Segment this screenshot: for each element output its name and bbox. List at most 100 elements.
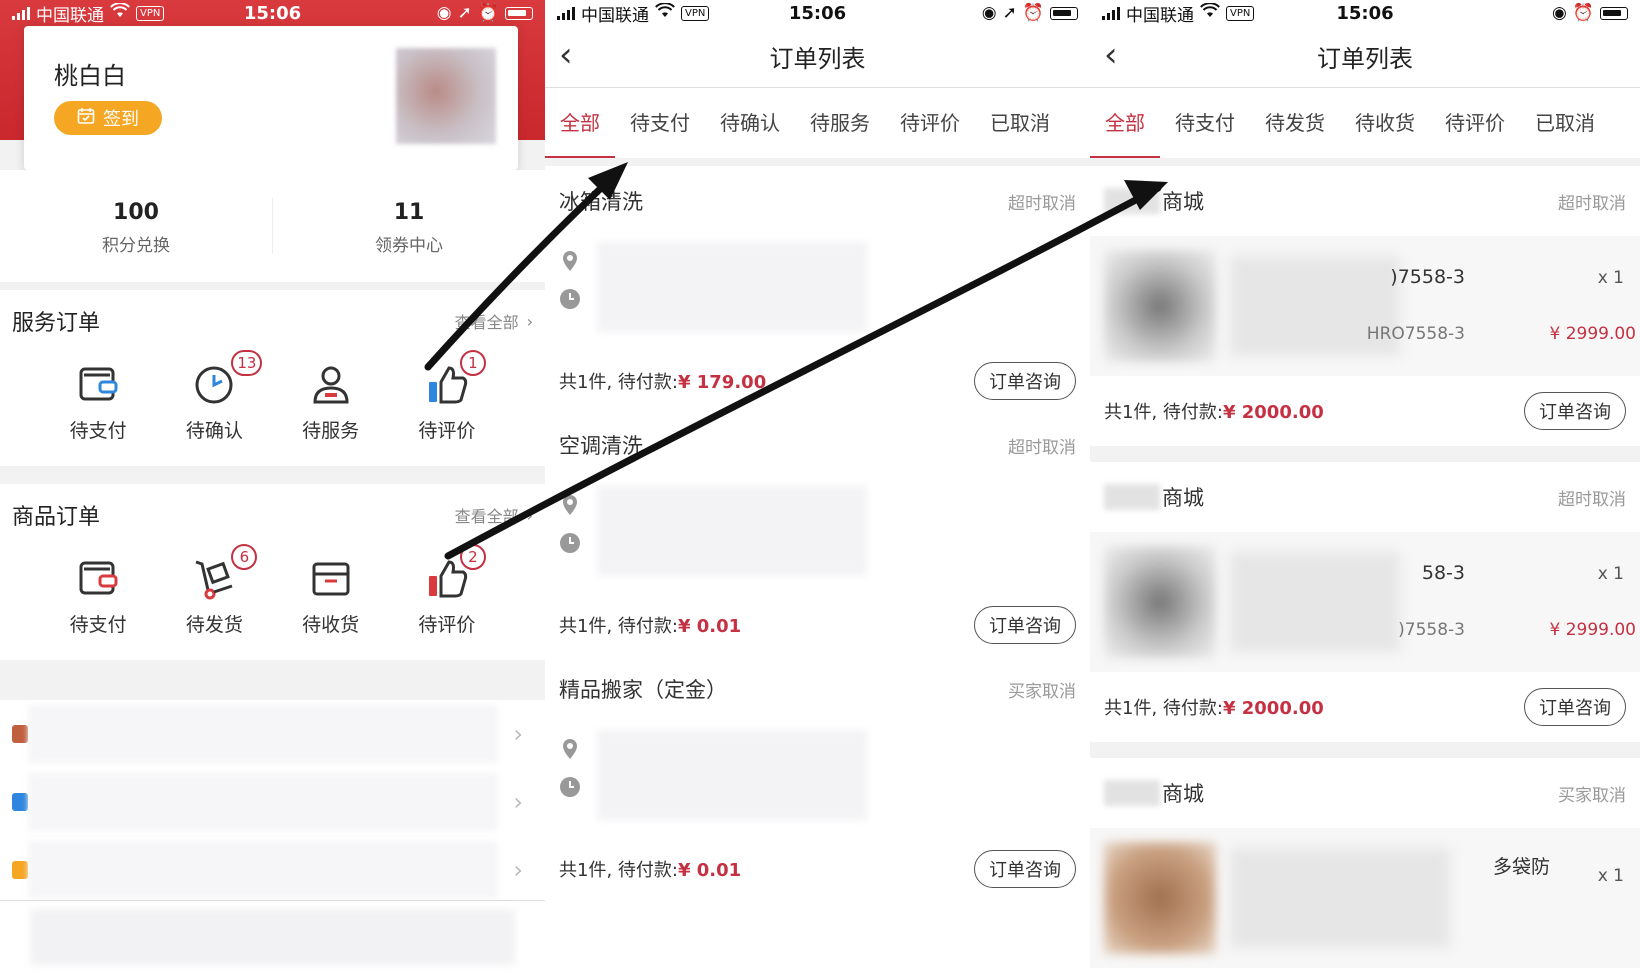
order-card[interactable]: 空调清洗 超时取消 共1件, 待付款:¥ 0.01 订单咨询	[545, 410, 1090, 660]
shop-name: 商城	[1104, 482, 1204, 512]
order-consult-button[interactable]: 订单咨询	[974, 850, 1076, 888]
list-item[interactable]: ›	[0, 768, 545, 836]
list-item[interactable]: ›	[0, 700, 545, 768]
order-card[interactable]: 冰箱清洗 超时取消 共1件, 待付款:¥ 179.00 订单咨询	[545, 166, 1090, 416]
tab-pending-service[interactable]: 待服务	[795, 88, 885, 158]
view-all-service-link[interactable]: 查看全部 ›	[455, 309, 533, 333]
tab-pending-review[interactable]: 待评价	[885, 88, 975, 158]
nav-bar: ‹ 订单列表	[545, 26, 1090, 88]
points-exchange[interactable]: 100 积分兑换	[0, 170, 272, 282]
order-consult-button[interactable]: 订单咨询	[1524, 392, 1626, 430]
item-label: 待评价	[418, 420, 476, 442]
box-icon	[312, 562, 350, 596]
order-name: 精品搬家（定金）	[559, 678, 727, 702]
wallet-icon	[79, 367, 118, 401]
order-card[interactable]: 精品搬家（定金） 买家取消 共1件, 待付款:¥ 0.01 订单咨询	[545, 654, 1090, 904]
signin-button[interactable]: 签到	[54, 101, 162, 135]
total-label: 共1件, 待付款:	[1104, 698, 1223, 719]
badge: 13	[231, 350, 263, 376]
clock-icon	[560, 533, 580, 553]
service-pending-review[interactable]: 1 待评价	[402, 350, 492, 443]
points-value: 100	[113, 200, 159, 225]
tab-all[interactable]: 全部	[1090, 88, 1160, 158]
product-row[interactable]: )7558-3 HRO7558-3 x 1 ¥ 2999.00	[1090, 236, 1640, 376]
location-pin-icon	[563, 495, 577, 515]
location-pin-icon	[563, 739, 577, 759]
product-thumbnail	[1104, 842, 1216, 954]
cart-icon	[195, 560, 233, 600]
product-title: 多袋防	[1492, 856, 1550, 878]
goods-pending-receipt[interactable]: 待收货	[286, 556, 376, 637]
menu-list: › › ›	[0, 700, 545, 900]
order-consult-button[interactable]: 订单咨询	[1524, 688, 1626, 726]
card-icon	[12, 725, 28, 743]
tab-cancelled[interactable]: 已取消	[1520, 88, 1610, 158]
signal-icon	[1102, 6, 1120, 20]
person-icon	[313, 366, 349, 404]
product-qty: x 1	[1597, 268, 1624, 288]
goods-pending-shipment[interactable]: 6 待发货	[169, 544, 259, 637]
tab-pending-shipment[interactable]: 待发货	[1250, 88, 1340, 158]
tab-pending-review[interactable]: 待评价	[1430, 88, 1520, 158]
total-amount: ¥ 0.01	[677, 860, 742, 881]
product-row[interactable]: 58-3 )7558-3 x 1 ¥ 2999.00	[1090, 532, 1640, 672]
alarm-icon: ⏰	[1022, 3, 1044, 23]
tab-pending-payment[interactable]: 待支付	[1160, 88, 1250, 158]
tab-pending-receipt[interactable]: 待收货	[1340, 88, 1430, 158]
back-chevron-icon[interactable]: ‹	[1104, 38, 1118, 72]
wifi-icon	[655, 2, 675, 23]
service-pending-payment[interactable]: 待支付	[53, 362, 143, 443]
order-name: 空调清洗	[559, 434, 643, 458]
total-amount: ¥ 0.01	[677, 616, 742, 637]
tab-all[interactable]: 全部	[545, 88, 615, 158]
status-bar: 中国联通 VPN 15:06 ◉ ⏰	[1090, 0, 1640, 26]
service-pending-service[interactable]: 待服务	[286, 362, 376, 443]
order-status: 超时取消	[1558, 489, 1626, 510]
tab-cancelled[interactable]: 已取消	[975, 88, 1065, 158]
total-amount: ¥ 2000.00	[1222, 698, 1324, 719]
order-status: 买家取消	[1008, 681, 1076, 702]
item-label: 待支付	[69, 420, 127, 442]
shop-name: 商城	[1104, 186, 1204, 216]
item-label: 待确认	[185, 420, 243, 442]
back-chevron-icon[interactable]: ‹	[559, 38, 573, 72]
order-card[interactable]	[545, 898, 1090, 976]
section-title: 商品订单	[12, 505, 101, 530]
product-row[interactable]: 多袋防 x 1	[1090, 828, 1640, 968]
tab-pending-payment[interactable]: 待支付	[615, 88, 705, 158]
alarm-icon: ⏰	[477, 3, 499, 23]
shop-name: 商城	[1104, 778, 1204, 808]
bottom-tab-bar[interactable]	[0, 900, 545, 976]
item-label: 待收货	[302, 614, 360, 636]
order-consult-button[interactable]: 订单咨询	[974, 362, 1076, 400]
total-amount: ¥ 2000.00	[1222, 402, 1324, 423]
order-status: 超时取消	[1008, 193, 1076, 214]
total-amount: ¥ 179.00	[677, 372, 767, 393]
goods-pending-payment[interactable]: 待支付	[53, 556, 143, 637]
coupon-center[interactable]: 11 领券中心	[272, 198, 545, 256]
username: 桃白白	[54, 62, 126, 90]
order-card[interactable]: 商城 买家取消 多袋防 x 1	[1090, 758, 1640, 976]
goods-pending-review[interactable]: 2 待评价	[402, 544, 492, 637]
badge: 6	[231, 544, 258, 570]
order-card[interactable]: 商城 超时取消 58-3 )7558-3 x 1 ¥ 2999.00 共1件, …	[1090, 462, 1640, 742]
points-label: 积分兑换	[102, 236, 170, 256]
location-icon: ➚	[1002, 3, 1017, 23]
tab-pending-confirm[interactable]: 待确认	[705, 88, 795, 158]
item-label: 待评价	[418, 614, 476, 636]
lock-rotation-icon: ◉	[1551, 3, 1567, 23]
order-consult-button[interactable]: 订单咨询	[974, 606, 1076, 644]
service-orders-section: 服务订单 查看全部 › 待支付 13 待确认 待服务 1 待评价	[0, 290, 545, 466]
total-label: 共1件, 待付款:	[559, 372, 678, 393]
order-tabs: 全部 待支付 待发货 待收货 待评价 已取消	[1090, 88, 1640, 158]
service-pending-confirm[interactable]: 13 待确认	[169, 350, 263, 443]
signal-icon	[557, 6, 575, 20]
order-total: 共1件, 待付款:¥ 179.00	[559, 368, 766, 394]
view-all-goods-link[interactable]: 查看全部 ›	[455, 503, 533, 527]
avatar[interactable]	[396, 48, 496, 144]
list-item[interactable]: ›	[0, 836, 545, 904]
order-card[interactable]: 商城 超时取消 )7558-3 HRO7558-3 x 1 ¥ 2999.00 …	[1090, 166, 1640, 446]
lock-rotation-icon: ◉	[436, 3, 452, 23]
goods-orders-section: 商品订单 查看全部 › 待支付 6 待发货 待收货 2 待评价	[0, 484, 545, 660]
order-total: 共1件, 待付款:¥ 0.01	[559, 612, 741, 638]
